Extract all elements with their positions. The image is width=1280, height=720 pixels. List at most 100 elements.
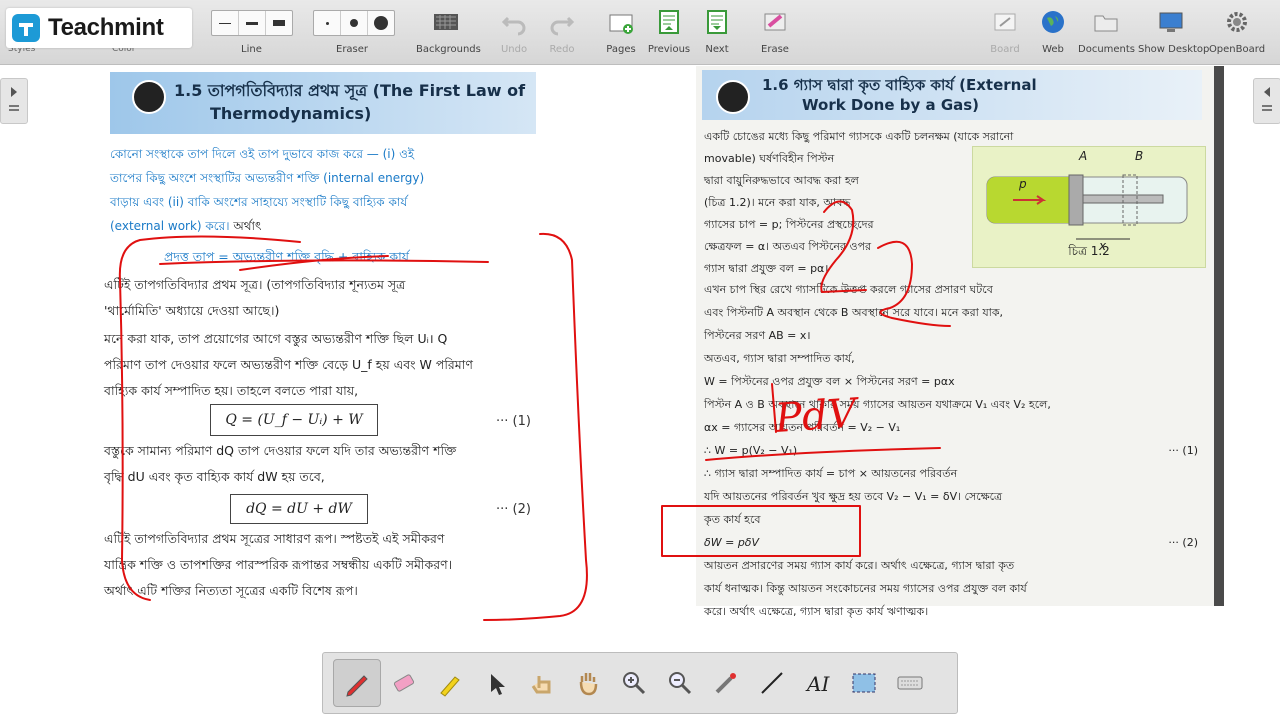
text-line: বাহ্যিক কার্য সম্পাদিত হয়। তাহলে বলতে প…: [104, 383, 359, 398]
eraser-medium-icon[interactable]: [341, 11, 368, 35]
pen-tool-button[interactable]: [333, 659, 381, 707]
pan-tool-button[interactable]: [565, 660, 611, 706]
section-header-1-6: 1.6 গ্যাস দ্বারা কৃত বাহ্যিক কার্য (Exte…: [702, 70, 1202, 120]
right-panel-toggle[interactable]: [1253, 78, 1280, 124]
openboard-label: OpenBoard: [1208, 44, 1266, 55]
svg-text:AI: AI: [805, 672, 830, 696]
intro-line: অর্থাৎ: [233, 219, 262, 233]
section-title-line2: Thermodynamics): [210, 104, 372, 123]
text-line: এখন চাপ স্থির রেখে গ্যাসটিকে উত্তপ্ত করল…: [704, 283, 993, 296]
text-line: আয়তন প্রসারণের সময় গ্যাস কার্য করে। অর…: [704, 559, 1015, 572]
previous-page-icon: [659, 10, 679, 34]
body-text: এখন চাপ স্থির রেখে গ্যাসটিকে উত্তপ্ত করল…: [704, 278, 1204, 623]
text-line: অর্থাৎ এটি শক্তির নিত্যতা সূত্রের একটি ব…: [104, 583, 358, 598]
text-line: যদি আয়তনের পরিবর্তন খুব ক্ষুদ্র হয় তবে…: [704, 490, 1003, 503]
text-line: কার্য ধনাত্মক। কিন্তু আয়তন সংকোচনের সময…: [704, 582, 1027, 595]
undo-button[interactable]: Undo: [496, 4, 532, 60]
backgrounds-button[interactable]: Backgrounds: [416, 4, 481, 60]
text-tool-button[interactable]: AI: [795, 660, 841, 706]
eraser-small-icon[interactable]: [314, 11, 341, 35]
highlighter-icon: [440, 676, 460, 697]
text-line: (চিত্র 1.2)। মনে করা যাক, আবদ্ধ: [704, 196, 851, 209]
web-button[interactable]: Web: [1034, 4, 1072, 60]
board-icon: [994, 13, 1016, 31]
equation-number: ··· (1): [1168, 444, 1198, 457]
key-equation: প্রদত্ত তাপ = অভ্যন্তরীণ শক্তি বৃদ্ধি + …: [164, 249, 409, 264]
drawing-toolbar: AI: [322, 652, 958, 714]
intro-text-left: movable) ঘর্ষণবিহীন পিস্টন দ্বারা বায়ুন…: [704, 148, 966, 280]
right-textbook-page: 1.6 গ্যাস দ্বারা কৃত বাহ্যিক কার্য (Exte…: [696, 66, 1224, 618]
undo-icon: [501, 16, 526, 36]
documents-button[interactable]: Documents: [1078, 4, 1135, 60]
text-line: এটিই তাপগতিবিদ্যার প্রথম সূত্র। (তাপগতিব…: [104, 277, 406, 292]
eraser-label: Eraser: [336, 44, 369, 55]
left-panel-arrow-icon: [9, 87, 19, 111]
pages-label: Pages: [606, 44, 636, 55]
backgrounds-icon: [434, 14, 458, 30]
section-header-1-5: 1.5 তাপগতিবিদ্যার প্রথম সূত্র (The First…: [110, 72, 536, 134]
top-toolbar: Styles Color Teachmint Line Eraser Backg…: [0, 0, 1280, 65]
piston-figure: A B p x চিত্র 1.2: [972, 146, 1206, 268]
text-icon: AI: [805, 672, 830, 696]
zoom-out-button[interactable]: [657, 660, 703, 706]
openboard-button[interactable]: OpenBoard: [1208, 4, 1266, 60]
left-textbook-page: 1.5 তাপগতিবিদ্যার প্রথম সূত্র (The First…: [100, 66, 550, 606]
add-page-icon: [609, 14, 633, 34]
previous-button[interactable]: Previous: [646, 4, 692, 60]
line-thick-icon[interactable]: [266, 11, 292, 35]
show-desktop-button[interactable]: Show Desktop: [1138, 4, 1209, 60]
text-line: এটিই তাপগতিবিদ্যার প্রথম সূত্রের সাধারণ …: [104, 531, 445, 546]
intro-paragraph: কোনো সংস্থাকে তাপ দিলে ওই তাপ দুভাবে কাজ…: [110, 142, 546, 238]
globe-icon: [1042, 11, 1064, 33]
cursor-arrow-icon: [491, 674, 505, 695]
text-line: যান্ত্রিক শক্তি ও তাপশক্তির পারস্পরিক রূ…: [104, 557, 453, 572]
keyboard-icon: [897, 676, 923, 690]
line-medium-icon[interactable]: [239, 11, 266, 35]
eraser-large-icon[interactable]: [368, 11, 394, 35]
equation-1-number: ··· (1): [496, 414, 531, 429]
paragraph-1: এটিই তাপগতিবিদ্যার প্রথম সূত্র। (তাপগতিব…: [104, 272, 544, 324]
zoom-out-icon: [669, 672, 692, 695]
eraser-tool-button[interactable]: [381, 660, 427, 706]
web-label: Web: [1042, 44, 1064, 55]
keyboard-button[interactable]: [887, 660, 933, 706]
zoom-in-button[interactable]: [611, 660, 657, 706]
laser-pointer-icon: [715, 673, 736, 694]
line-tool-button[interactable]: [749, 660, 795, 706]
board-button[interactable]: Board: [986, 4, 1024, 60]
line-label: Line: [241, 44, 262, 55]
teachmint-logo: Teachmint: [6, 8, 192, 48]
pages-button[interactable]: Pages: [602, 4, 640, 60]
line-thin-icon[interactable]: [212, 11, 239, 35]
select-tool-button[interactable]: [473, 660, 519, 706]
intro-line: কোনো সংস্থাকে তাপ দিলে ওই তাপ দুভাবে কাজ…: [110, 147, 415, 161]
line-width-selector[interactable]: [211, 10, 293, 36]
text-line: এবং পিস্টনটি A অবস্থান থেকে B অবস্থানে স…: [704, 306, 1004, 319]
highlighter-tool-button[interactable]: [427, 660, 473, 706]
screen-capture-icon: [852, 673, 876, 693]
text-line: ক্ষেত্রফল = α। অতএব পিস্টনের ওপর: [704, 240, 872, 253]
laser-pointer-button[interactable]: [703, 660, 749, 706]
board-label: Board: [990, 44, 1020, 55]
text-line: পরিমাণ তাপ দেওয়ার ফলে অভ্যন্তরীণ শক্তি …: [104, 357, 473, 372]
capture-tool-button[interactable]: [841, 660, 887, 706]
section-bullet-icon: [132, 80, 166, 114]
paragraph-2: মনে করা যাক, তাপ প্রয়োগের আগে বস্তুর অভ…: [104, 326, 544, 404]
section-title-line1: 1.5 তাপগতিবিদ্যার প্রথম সূত্র (The First…: [174, 81, 526, 100]
erase-button[interactable]: Erase: [756, 4, 794, 60]
previous-label: Previous: [647, 44, 691, 55]
redo-button[interactable]: Redo: [544, 4, 580, 60]
text-line: αx = গ্যাসের আয়তন পরিবর্তন = V₂ − V₁: [704, 421, 901, 434]
gear-icon: [1227, 12, 1247, 32]
figure-label-b: B: [1135, 149, 1144, 163]
interact-tool-button[interactable]: [519, 660, 565, 706]
left-panel-toggle[interactable]: [0, 78, 28, 124]
text-line: গ্যাসের চাপ = p; পিস্টনের প্রস্থচ্ছেদের: [704, 218, 874, 231]
redo-label: Redo: [549, 44, 575, 55]
next-button[interactable]: Next: [698, 4, 736, 60]
text-line: 'থার্মোমিতি' অধ্যায়ে দেওয়া আছে।): [104, 303, 280, 318]
text-line: পিস্টন A ও B অবস্থানে থাকার সময় গ্যাসের…: [704, 398, 1051, 411]
eraser-size-selector[interactable]: [313, 10, 395, 36]
paragraph-4: এটিই তাপগতিবিদ্যার প্রথম সূত্রের সাধারণ …: [104, 526, 544, 604]
section-bullet-icon: [716, 80, 750, 114]
